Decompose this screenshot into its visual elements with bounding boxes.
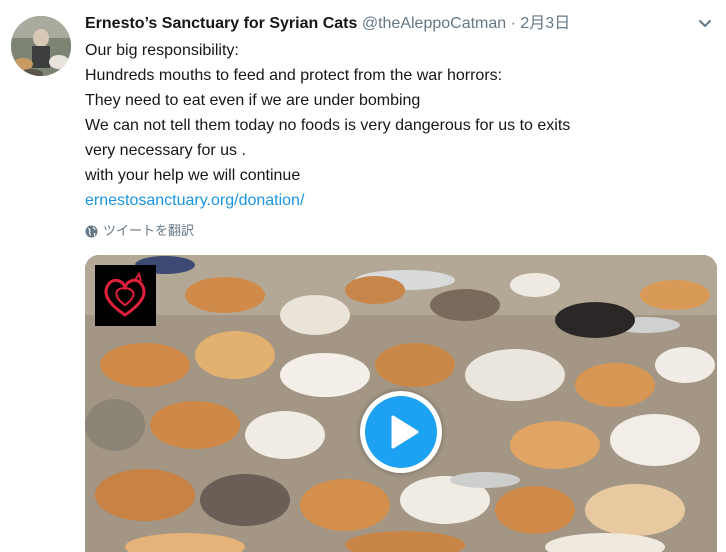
globe-icon bbox=[85, 225, 98, 237]
tweet-line: Our big responsibility: bbox=[85, 42, 239, 59]
translate-label: ツイートを翻訳 bbox=[103, 223, 195, 238]
tweet-line: Hundreds mouths to feed and protect from… bbox=[85, 67, 503, 84]
translate-tweet-button[interactable]: ツイートを翻訳 bbox=[85, 222, 194, 240]
separator-dot: · bbox=[510, 15, 516, 32]
donation-link[interactable]: ernestosanctuary.org/donation/ bbox=[85, 188, 570, 213]
tweet-header: Ernesto’s Sanctuary for Syrian Cats @the… bbox=[85, 13, 570, 35]
tweet-line: very necessary for us . bbox=[85, 142, 246, 159]
play-button[interactable] bbox=[360, 391, 442, 473]
chevron-down-icon[interactable] bbox=[695, 13, 715, 33]
video-player[interactable] bbox=[85, 255, 717, 552]
play-icon bbox=[391, 415, 419, 449]
avatar-image bbox=[11, 16, 71, 76]
play-button-circle bbox=[365, 396, 437, 468]
heart-cat-logo bbox=[95, 265, 156, 326]
tweet-date[interactable]: 2月3日 bbox=[520, 15, 570, 32]
tweet-text: Our big responsibility: Hundreds mouths … bbox=[85, 38, 570, 213]
tweet-line: We can not tell them today no foods is v… bbox=[85, 117, 571, 134]
author-name[interactable]: Ernesto’s Sanctuary for Syrian Cats bbox=[85, 15, 357, 32]
avatar[interactable] bbox=[11, 16, 71, 76]
tweet-line: They need to eat even if we are under bo… bbox=[85, 92, 421, 109]
tweet-line: with your help we will continue bbox=[85, 167, 301, 184]
author-handle[interactable]: @theAleppoCatman bbox=[362, 15, 506, 32]
